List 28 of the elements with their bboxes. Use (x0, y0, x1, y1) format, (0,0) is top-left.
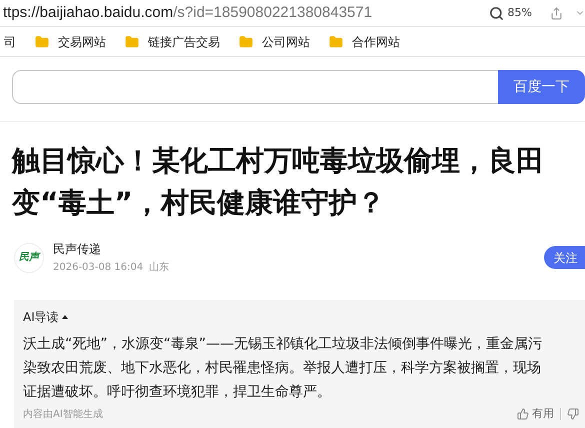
search-button[interactable]: 百度一下 (498, 70, 585, 104)
article-title: 触目惊心！某化工村万吨毒垃圾偷埋，良田变“毒土”，村民健康谁守护？ (12, 143, 545, 221)
zoom-level: 85% (508, 4, 532, 21)
author-avatar[interactable]: 民声 (14, 242, 44, 272)
folder-icon (238, 34, 254, 48)
useful-label[interactable]: 有用 (532, 406, 554, 422)
publish-location: 山东 (149, 260, 170, 275)
zoom-icon[interactable] (488, 6, 504, 20)
publish-date: 2026-03-08 16:04 (53, 261, 144, 275)
ai-note: 内容由AI智能生成 (23, 408, 104, 422)
thumbs-down-icon[interactable] (567, 408, 579, 420)
folder-icon (124, 34, 140, 48)
ai-summary-toggle[interactable]: AI导读 (23, 308, 579, 326)
author-name[interactable]: 民声传递 (53, 240, 544, 258)
bookmark[interactable]: 司 (4, 32, 16, 50)
share-icon[interactable] (550, 6, 563, 20)
bookmark[interactable]: 合作网站 (328, 32, 400, 50)
bookmark[interactable]: 链接广告交易 (124, 32, 220, 50)
thumbs-up-icon[interactable] (517, 408, 529, 420)
caret-icon[interactable] (62, 315, 68, 319)
search-field[interactable] (12, 70, 498, 104)
bookmark[interactable]: 交易网站 (34, 32, 106, 50)
ai-summary-text: 沃土成“死地”，水源变“毒泉”——无锡玉祁镇化工垃圾非法倾倒事件曝光，重金属污染致农田荒废、地下水恶化，村民罹患怪病。举报人遭打压，科学方案被搁置，现场证据遭破坏。呼吁彻查环境犯罪，捍卫生命尊严。 (23, 335, 544, 402)
folder-icon (328, 34, 344, 48)
follow-button[interactable]: 关注 (544, 246, 585, 269)
url-text[interactable]: ttps://baijiahao.baidu.com/s?id=1859080221380843571 (3, 2, 489, 24)
folder-icon (34, 34, 50, 48)
bookmark[interactable]: 公司网站 (238, 32, 310, 50)
